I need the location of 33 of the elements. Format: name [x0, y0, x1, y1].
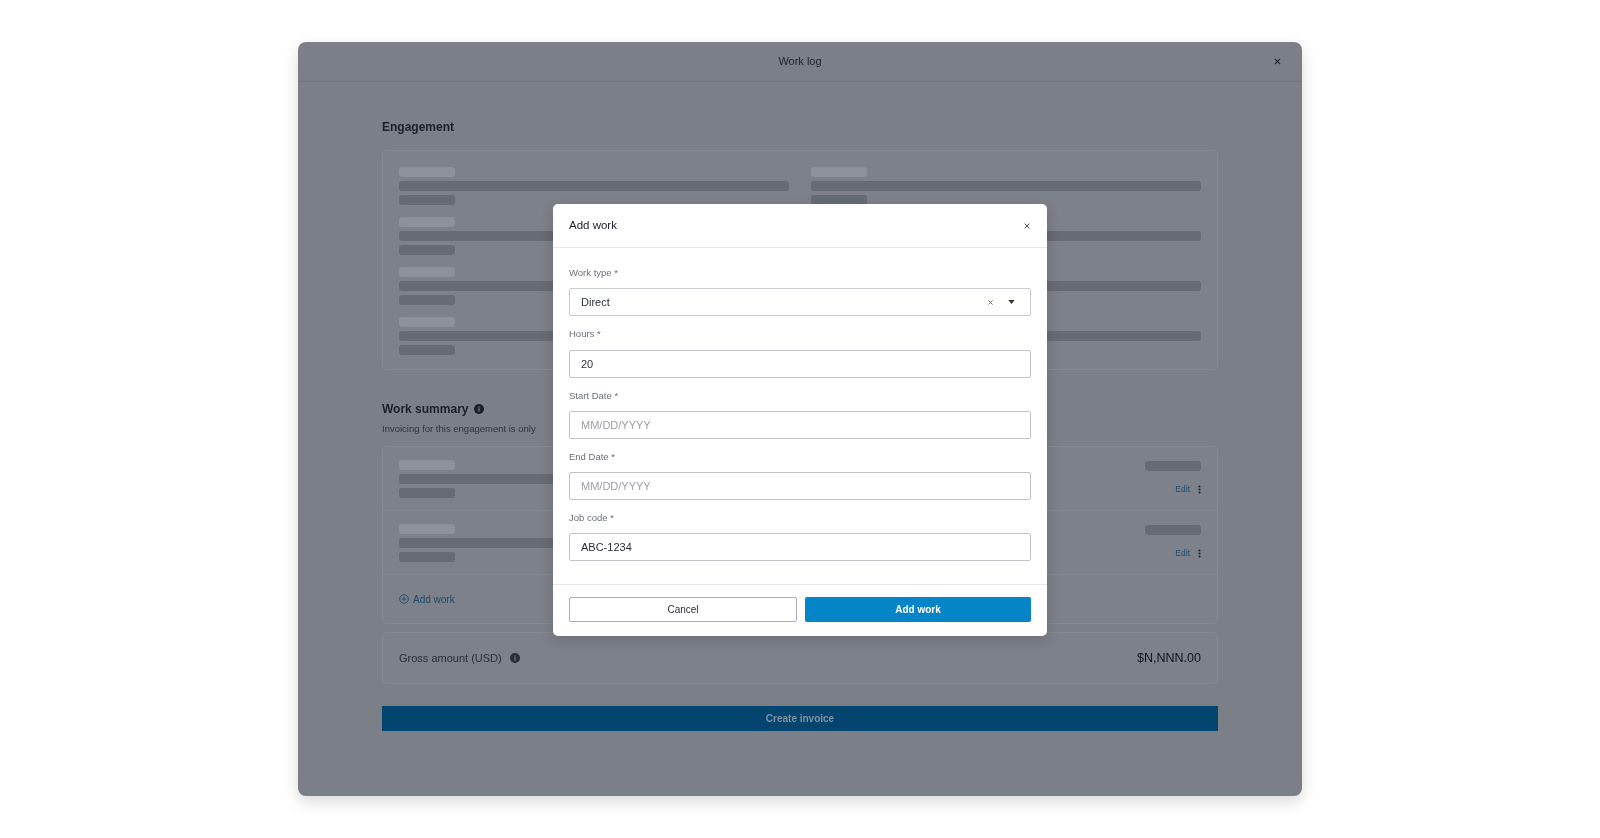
- info-icon[interactable]: [509, 653, 520, 664]
- section-heading: Work summary: [382, 401, 469, 418]
- loading-placeholder: [811, 195, 867, 205]
- more-icon[interactable]: [1198, 485, 1201, 495]
- dropdown-caret-icon[interactable]: [1008, 300, 1015, 305]
- dialog-title: Add work: [569, 217, 617, 233]
- cancel-button[interactable]: Cancel: [569, 597, 797, 623]
- field-label: Job code *: [569, 511, 614, 525]
- info-icon[interactable]: [474, 404, 485, 414]
- field-label: Work type *: [569, 266, 618, 280]
- add-work-button[interactable]: Add work: [805, 597, 1031, 623]
- close-icon[interactable]: [1273, 57, 1282, 66]
- plus-circle-icon: [399, 594, 409, 605]
- input-field[interactable]: 20: [569, 349, 1031, 378]
- input-field[interactable]: MM/DD/YYYY: [569, 472, 1031, 500]
- edit-link[interactable]: Edit: [1175, 483, 1190, 497]
- section-note: Invoicing for this engagement is only: [382, 422, 536, 436]
- select-field[interactable]: Direct: [569, 288, 1031, 317]
- more-icon[interactable]: [1198, 549, 1201, 559]
- gross-amount-label: Gross amount (USD): [399, 651, 502, 666]
- gross-amount-value: $N,NNN.00: [1137, 649, 1201, 667]
- window-title: Work log: [778, 54, 822, 70]
- create-invoice-button[interactable]: Create invoice: [382, 706, 1218, 732]
- section-heading: Engagement: [382, 119, 455, 136]
- input-field[interactable]: MM/DD/YYYY: [569, 410, 1031, 439]
- clear-icon[interactable]: [987, 298, 994, 306]
- field-label: Hours *: [569, 327, 601, 342]
- input-field[interactable]: ABC-1234: [569, 533, 1031, 562]
- add-work-link[interactable]: Add work: [399, 591, 455, 607]
- field-label: Start Date *: [569, 388, 619, 403]
- close-icon[interactable]: [1023, 221, 1031, 230]
- field-label: End Date *: [569, 449, 615, 464]
- edit-link[interactable]: Edit: [1175, 547, 1190, 561]
